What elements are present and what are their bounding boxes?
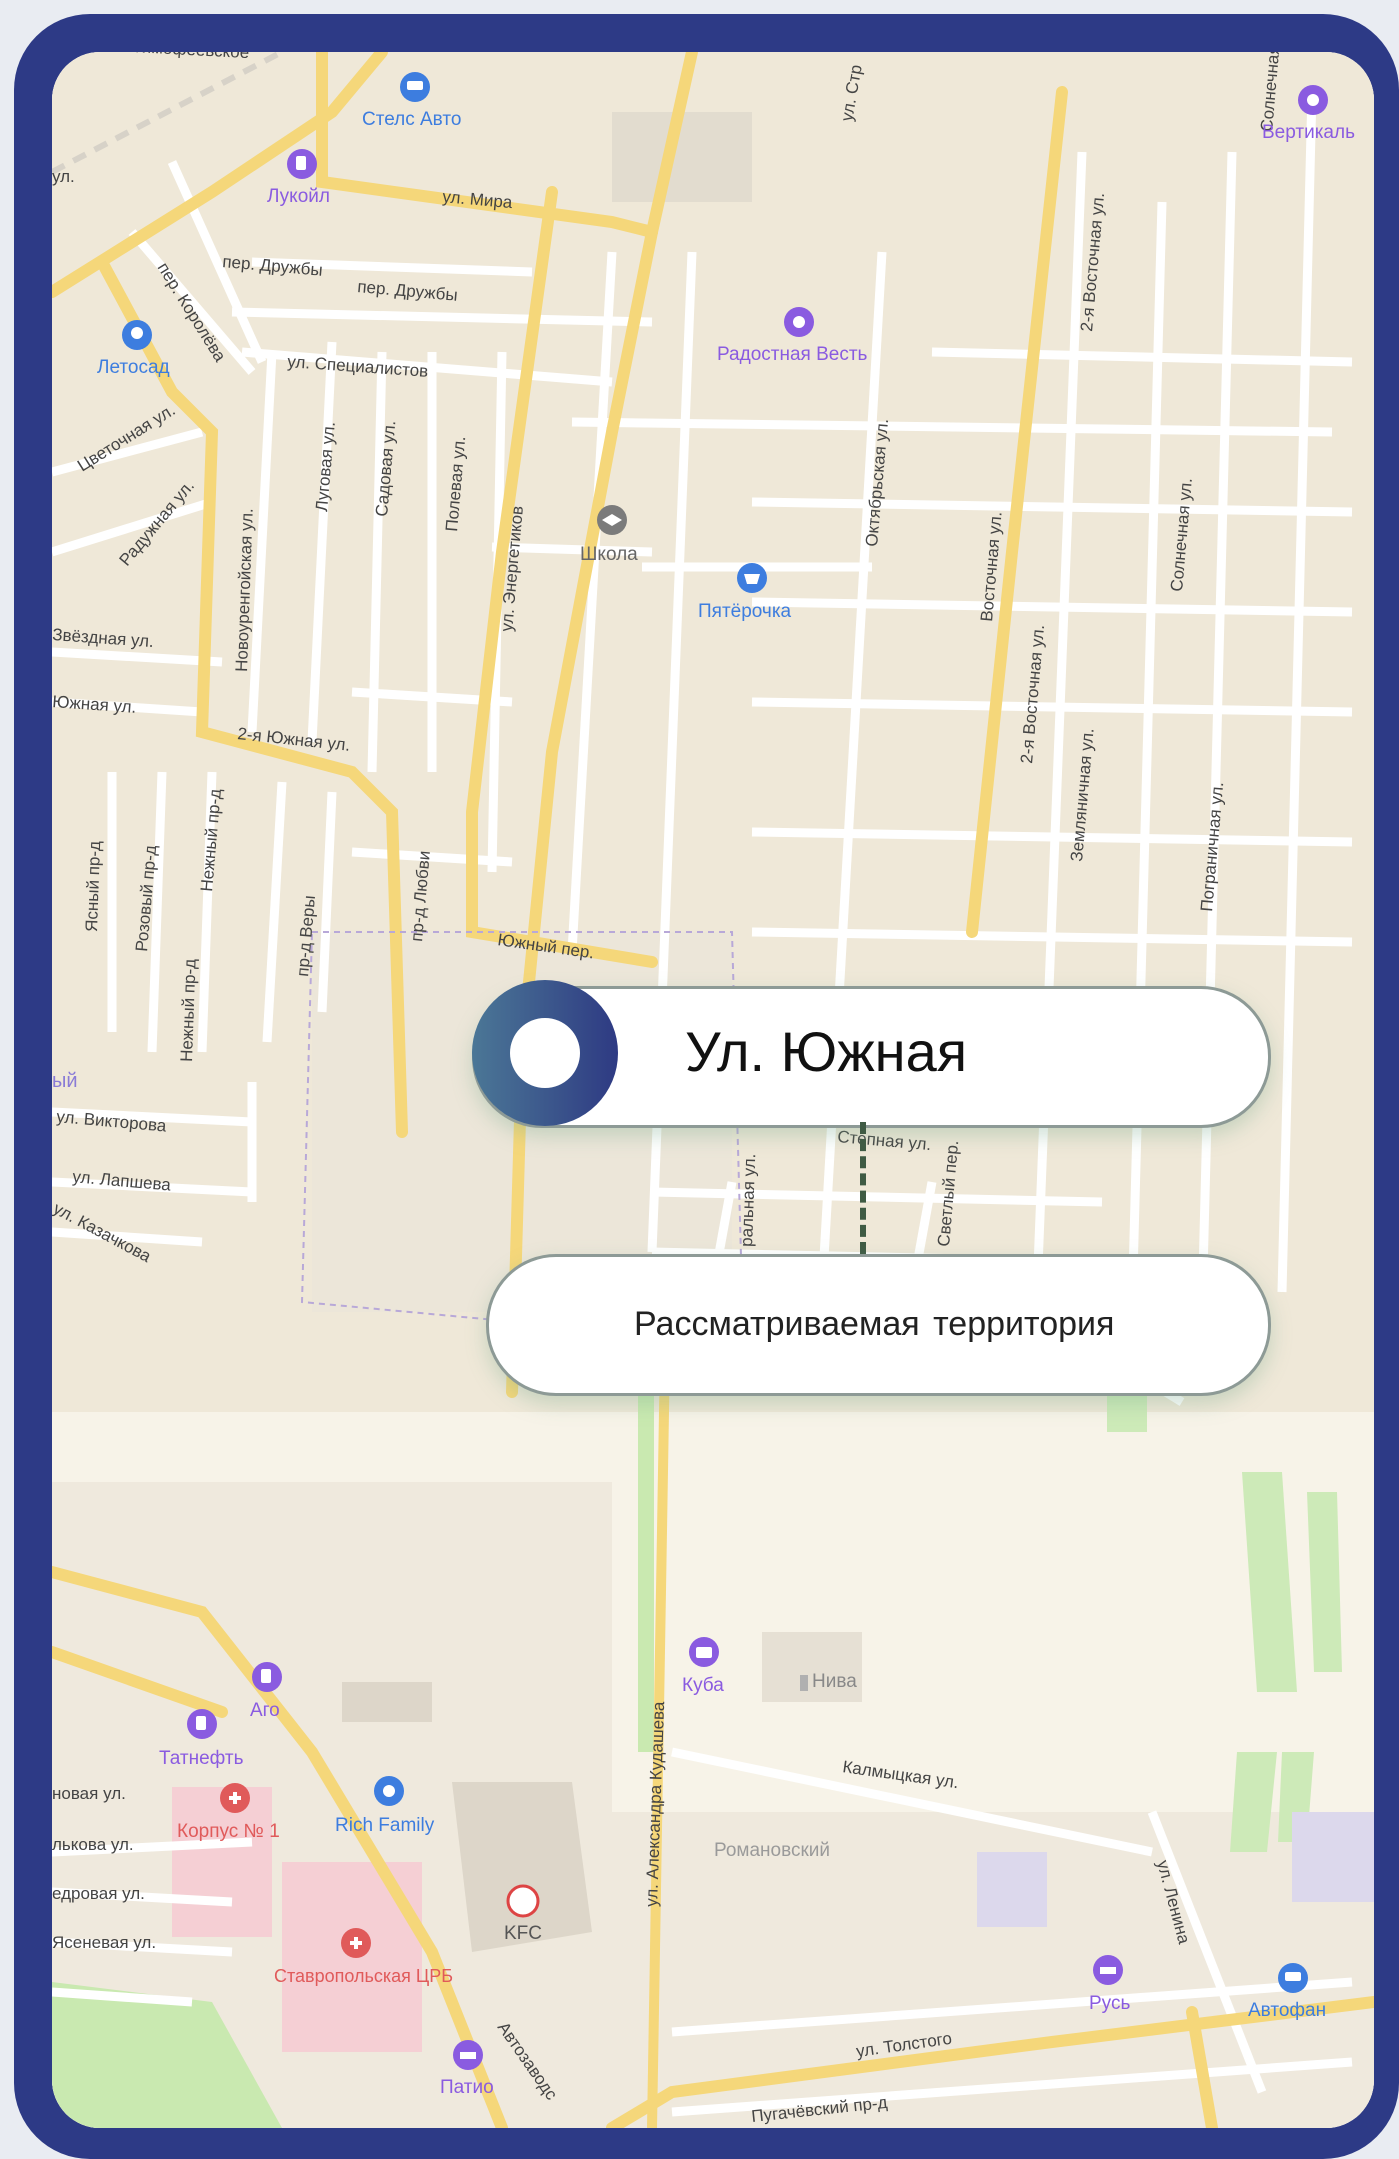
dashed-connector: [860, 1122, 866, 1254]
poi-label-line: Ставропольская ЦРБ: [274, 1966, 453, 1986]
poi-label: Школа: [580, 544, 638, 565]
poi-label: Патио: [440, 2077, 494, 2098]
street-label: ул.: [52, 167, 75, 186]
street-label: Нежный пр-д: [177, 958, 200, 1062]
hospital-building: [172, 1787, 272, 1937]
location-marker[interactable]: [472, 980, 618, 1126]
street-label: Ясеневая ул.: [52, 1933, 156, 1952]
street-label: ральная ул.: [737, 1153, 759, 1247]
poi-label: Стелс Авто: [362, 109, 461, 130]
poi-label: Русь: [1089, 1993, 1130, 2014]
building: [342, 1682, 432, 1722]
hotel-icon-glyph: [460, 2052, 476, 2059]
fuel-icon-glyph: [196, 1716, 206, 1730]
poi-label: Аго: [250, 1700, 280, 1721]
place-icon-dot: [1307, 94, 1319, 106]
fuel-icon-glyph: [261, 1669, 271, 1683]
territory-label: Рассматриваемая территория: [634, 1305, 1115, 1343]
poi-label: Радостная Весть: [717, 344, 868, 365]
fuel-icon-glyph: [296, 156, 306, 170]
green-strip: [638, 1392, 654, 1752]
poi-label: Летосад: [97, 357, 170, 378]
street-label: лькова ул.: [52, 1835, 134, 1854]
hotel-icon-glyph: [1100, 1967, 1116, 1974]
poi-label: Татнефть: [159, 1748, 244, 1769]
poi-label: Куба: [682, 1675, 724, 1696]
food-icon: [506, 1884, 540, 1918]
building: [977, 1852, 1047, 1927]
poi-label: Ставропольская ЦРБ: [274, 1966, 453, 1986]
poi-label: Корпус № 1: [177, 1821, 280, 1842]
street-label: Ясный пр-д: [82, 841, 104, 933]
poi-label: Вертикаль: [1262, 122, 1355, 143]
poi-label: Нива: [812, 1671, 857, 1692]
flower-icon-glyph: [131, 327, 143, 339]
district-label: ый: [52, 1070, 78, 1092]
place-icon-dot: [793, 316, 805, 328]
territory-callout: Рассматриваемая территория: [486, 1254, 1271, 1396]
poi-label: Лукойл: [267, 186, 330, 207]
building: [612, 112, 752, 202]
street-label: новая ул.: [52, 1784, 126, 1803]
toy-icon-glyph: [383, 1785, 395, 1797]
location-marker-dot: [510, 1018, 580, 1088]
car-icon-body: [407, 81, 423, 90]
street-label: едровая ул.: [52, 1884, 145, 1903]
briefcase-icon-glyph: [696, 1647, 712, 1658]
poi-label: Пятёрочка: [698, 601, 792, 622]
district-label: Романовский: [714, 1840, 830, 1861]
poi-label: KFC: [504, 1923, 542, 1944]
building-icon: [800, 1675, 808, 1691]
poi-label: Rich Family: [335, 1815, 435, 1836]
poi-label: Автофан: [1248, 2000, 1326, 2021]
building: [1292, 1812, 1374, 1902]
car-icon-body: [1285, 1972, 1301, 1981]
street-title: Ул. Южная: [685, 1020, 968, 1083]
